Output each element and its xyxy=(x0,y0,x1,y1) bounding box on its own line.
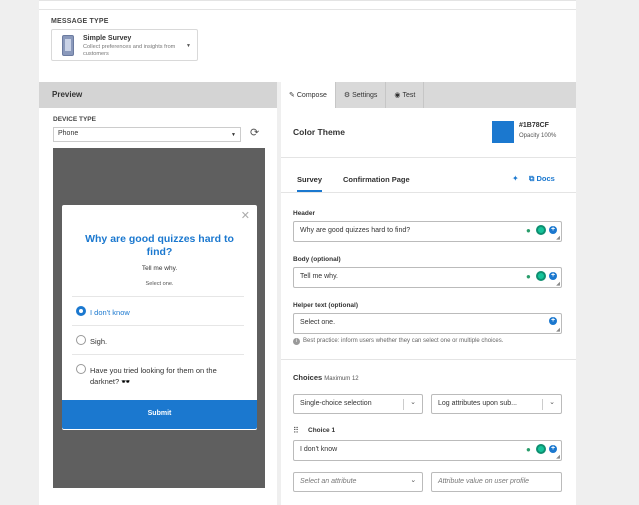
caret-down-icon: ▼ xyxy=(186,43,191,49)
chevron-down-icon: ⌄ xyxy=(549,399,555,406)
body-label: Body (optional) xyxy=(293,256,341,263)
tab-bar: ✎ Compose ⚙ Settings ◉ Test xyxy=(281,82,576,108)
body-value: Tell me why. xyxy=(300,273,338,280)
survey-option-label: Have you tried looking for them on the d… xyxy=(90,366,217,386)
survey-option[interactable]: Sigh. xyxy=(72,325,244,354)
radio-selected[interactable] xyxy=(76,306,86,316)
helper-hint: i Best practice: inform users whether the… xyxy=(293,338,503,345)
attribute-select[interactable]: Select an attribute ⌄ xyxy=(293,472,423,492)
resize-handle-icon[interactable]: ◢ xyxy=(556,454,560,460)
phone-icon xyxy=(62,35,74,56)
color-hex: #1B78CF xyxy=(519,122,549,129)
radio[interactable] xyxy=(76,364,86,374)
grammarly-icon[interactable] xyxy=(536,271,546,281)
plus-icon[interactable]: + xyxy=(549,317,557,325)
grammarly-icon[interactable] xyxy=(536,444,546,454)
helper-input[interactable]: Select one. + ◢ xyxy=(293,313,562,334)
survey-question: Why are good quizzes hard to find? xyxy=(85,233,234,258)
tab-compose[interactable]: ✎ Compose xyxy=(281,82,336,108)
radio[interactable] xyxy=(76,335,86,345)
helper-value: Select one. xyxy=(300,319,336,326)
choice-1-value: I don't know xyxy=(300,446,338,453)
phone-screen: ✕ Why are good quizzes hard to find? Tel… xyxy=(53,148,265,488)
choices-max: Maximum 12 xyxy=(324,376,359,382)
survey-option[interactable]: Have you tried looking for them on the d… xyxy=(72,354,244,398)
choice-1-input[interactable]: I don't know ● + ◢ xyxy=(293,440,562,461)
submit-button[interactable]: Submit xyxy=(62,400,257,429)
message-type-title: Simple Survey xyxy=(83,35,132,42)
plus-icon[interactable]: + xyxy=(549,226,557,234)
color-opacity: Opacity 100% xyxy=(519,133,557,139)
plus-icon[interactable]: + xyxy=(549,445,557,453)
log-attributes-select[interactable]: Log attributes upon sub... ⌄ xyxy=(431,394,562,414)
compose-panel: ✎ Compose ⚙ Settings ◉ Test Color Theme #1B… xyxy=(281,82,576,505)
message-type-label: MESSAGE TYPE xyxy=(51,18,109,25)
survey-helper: Select one. xyxy=(145,281,174,287)
docs-link[interactable]: ⧉ Docs xyxy=(529,174,555,184)
divider xyxy=(281,359,576,360)
map-pin-icon[interactable]: ● xyxy=(526,272,533,281)
refresh-icon[interactable]: ⟳ xyxy=(250,126,264,140)
message-type-select[interactable]: Simple Survey Collect preferences and in… xyxy=(51,29,198,61)
magic-wand-icon[interactable]: ✦ xyxy=(512,174,519,183)
choice-1-label: Choice 1 xyxy=(308,427,336,434)
subtab-bar: Survey Confirmation Page ✦ ⧉ Docs xyxy=(281,159,576,193)
caret-down-icon: ▼ xyxy=(231,132,236,138)
survey-option-label: I don't know xyxy=(90,308,130,317)
device-type-select[interactable]: Phone ▼ xyxy=(53,127,241,142)
subtab-survey[interactable]: Survey xyxy=(297,175,323,192)
survey-modal: ✕ Why are good quizzes hard to find? Tel… xyxy=(62,205,257,430)
plus-icon[interactable]: + xyxy=(549,272,557,280)
message-type-card: MESSAGE TYPE Simple Survey Collect prefe… xyxy=(39,0,576,82)
survey-option-label: Sigh. xyxy=(90,337,108,346)
map-pin-icon[interactable]: ● xyxy=(526,226,533,235)
device-type-label: DEVICE TYPE xyxy=(53,116,96,123)
close-icon[interactable]: ✕ xyxy=(241,209,250,222)
tab-test[interactable]: ◉ Test xyxy=(386,82,425,108)
message-type-description: Collect preferences and insights from cu… xyxy=(83,44,176,57)
drag-handle-icon[interactable]: ⠿ xyxy=(293,426,299,435)
attribute-value-input[interactable]: Attribute value on user profile xyxy=(431,472,562,492)
body-input[interactable]: Tell me why. ● + ◢ xyxy=(293,267,562,288)
color-swatch[interactable] xyxy=(492,121,514,143)
chevron-down-icon: ⌄ xyxy=(410,399,416,406)
eye-icon: ◉ xyxy=(394,92,401,99)
device-type-value: Phone xyxy=(58,130,79,137)
header-label: Header xyxy=(293,210,316,217)
preview-panel: Preview DEVICE TYPE Phone ▼ ⟳ ✕ Why are … xyxy=(39,82,277,505)
info-icon: i xyxy=(293,338,300,345)
pencil-icon: ✎ xyxy=(289,92,295,99)
preview-heading: Preview xyxy=(39,82,277,108)
header-input[interactable]: Why are good quizzes hard to find? ● + ◢ xyxy=(293,221,562,242)
resize-handle-icon[interactable]: ◢ xyxy=(556,281,560,287)
choices-label: Choices Maximum 12 xyxy=(293,373,359,382)
header-value: Why are good quizzes hard to find? xyxy=(300,227,411,234)
resize-handle-icon[interactable]: ◢ xyxy=(556,327,560,333)
helper-label: Helper text (optional) xyxy=(293,302,359,309)
subtab-confirmation-page[interactable]: Confirmation Page xyxy=(343,175,410,184)
chevron-down-icon: ⌄ xyxy=(410,477,416,484)
map-pin-icon[interactable]: ● xyxy=(526,445,533,454)
survey-body: Tell me why. xyxy=(141,265,178,272)
resize-handle-icon[interactable]: ◢ xyxy=(556,235,560,241)
grammarly-icon[interactable] xyxy=(536,225,546,235)
tab-settings[interactable]: ⚙ Settings xyxy=(336,82,387,108)
choice-mode-select[interactable]: Single-choice selection ⌄ xyxy=(293,394,423,414)
color-theme-row: Color Theme #1B78CF Opacity 100% xyxy=(281,108,576,158)
gear-icon: ⚙ xyxy=(343,92,351,99)
color-theme-label: Color Theme xyxy=(293,127,345,137)
survey-option[interactable]: I don't know xyxy=(72,296,244,325)
